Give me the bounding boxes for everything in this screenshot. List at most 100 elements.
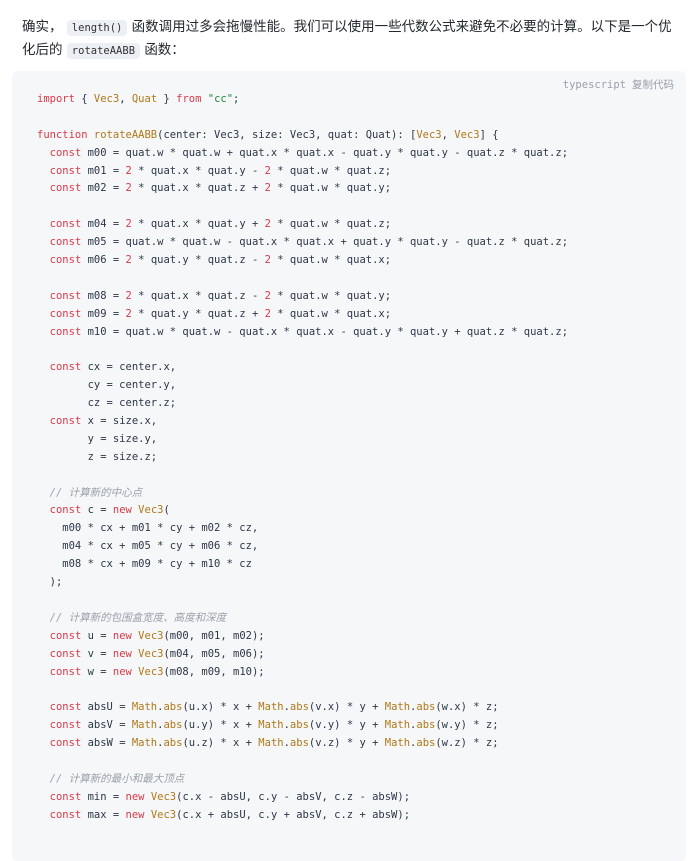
code-token: * quat.x * quat.z +: [131, 182, 265, 195]
code-language-label: typescript: [562, 78, 626, 91]
code-token: ;: [233, 93, 240, 105]
code-line: const m05 = quat.w * quat.w - quat.x * q…: [37, 234, 568, 252]
code-token: // 计算新的最小和最大顶点: [49, 772, 185, 785]
code-line: function rotateAABB(center: Vec3, size: …: [37, 127, 568, 145]
code-token: m08 =: [81, 289, 126, 302]
copy-code-button[interactable]: 复制代码: [632, 77, 674, 92]
code-token: m04 * cx + m05 * cy + m06 * cz,: [37, 540, 259, 553]
code-token: Math: [131, 719, 158, 732]
intro-paragraph: 确实， length() 函数调用过多会拖慢性能。我们可以使用一些代数公式来避免…: [22, 16, 682, 62]
code-token: const: [49, 307, 82, 320]
code-token: (m08, m09, m10);: [163, 665, 265, 678]
intro-text-after: 函数：: [144, 42, 185, 58]
code-token: (: [163, 504, 170, 517]
code-content: import { Vec3, Quat } from "cc"; functio…: [37, 91, 568, 825]
code-token: m08 * cx + m09 * cy + m10 * cz: [37, 558, 252, 571]
code-token: * quat.w * quat.z;: [270, 164, 392, 177]
code-token: const: [49, 629, 82, 642]
code-token: (center: Vec3, size: Vec3, quat: Quat): …: [157, 128, 417, 141]
code-token: absW =: [81, 737, 132, 750]
code-token: abs: [416, 701, 436, 714]
code-token: u =: [81, 629, 113, 642]
inline-code-length: length(): [66, 20, 128, 36]
code-token: Vec3: [150, 790, 177, 803]
code-line: const absU = Math.abs(u.x) * x + Math.ab…: [37, 699, 568, 717]
code-token: x = size.x,: [81, 415, 158, 428]
code-line: const absV = Math.abs(u.y) * x + Math.ab…: [37, 717, 568, 735]
code-token: max =: [81, 808, 126, 821]
code-line: const c = new Vec3(: [37, 502, 568, 520]
code-token: from: [176, 93, 202, 105]
code-token: abs: [163, 737, 183, 750]
code-line: const m09 = 2 * quat.y * quat.z + 2 * qu…: [37, 306, 568, 324]
code-token: );: [37, 576, 63, 589]
code-token: (v.y) * y +: [308, 719, 385, 732]
code-token: import: [37, 93, 75, 105]
code-token: const: [49, 289, 82, 302]
code-token: absU =: [81, 701, 132, 714]
code-line: cy = center.y,: [37, 377, 568, 395]
code-token: const: [49, 164, 82, 177]
code-token: c =: [81, 504, 113, 517]
code-token: Vec3: [416, 128, 442, 141]
code-token: }: [157, 93, 177, 105]
code-token: abs: [416, 719, 436, 732]
code-token: Vec3: [93, 93, 120, 105]
code-token: m02 =: [81, 182, 126, 195]
code-line: const m00 = quat.w * quat.w + quat.x * q…: [37, 145, 568, 163]
code-token: Vec3: [138, 504, 164, 517]
code-token: m05 = quat.w * quat.w - quat.x * quat.x …: [81, 236, 569, 249]
code-token: (m00, m01, m02);: [163, 629, 265, 642]
code-line: const absW = Math.abs(u.z) * x + Math.ab…: [37, 735, 568, 753]
code-line: cz = center.z;: [37, 395, 568, 413]
code-token: v =: [81, 647, 113, 660]
code-token: (u.x) * x +: [182, 701, 259, 714]
code-token: ,: [119, 93, 132, 105]
code-token: new: [112, 665, 132, 678]
code-token: z = size.z;: [37, 450, 158, 463]
code-line: m08 * cx + m09 * cy + m10 * cz: [37, 556, 568, 574]
code-token: abs: [289, 719, 309, 732]
code-token: new: [112, 647, 132, 660]
inline-code-rotateaabb: rotateAABB: [66, 43, 141, 59]
code-token: Math: [384, 701, 411, 714]
code-token: Vec3: [454, 128, 480, 141]
code-line: m00 * cx + m01 * cy + m02 * cz,: [37, 520, 568, 538]
code-token: min =: [81, 790, 126, 803]
code-line: import { Vec3, Quat } from "cc";: [37, 91, 568, 109]
code-token: m06 =: [81, 254, 126, 267]
code-token: * quat.w * quat.x;: [270, 254, 392, 267]
code-token: (w.x) * z;: [435, 701, 499, 714]
code-token: Math: [131, 701, 158, 714]
code-line: const x = size.x,: [37, 413, 568, 431]
code-line: const cx = center.x,: [37, 359, 568, 377]
code-token: m00 * cx + m01 * cy + m02 * cz,: [37, 522, 259, 535]
code-token: const: [49, 236, 82, 249]
code-token: (w.z) * z;: [435, 737, 499, 750]
code-token: Math: [384, 737, 411, 750]
code-line: const max = new Vec3(c.x + absU, c.y + a…: [37, 807, 568, 825]
code-token: // 计算新的包围盒宽度、高度和深度: [49, 611, 227, 624]
code-line: // 计算新的最小和最大顶点: [37, 771, 568, 789]
code-token: * quat.w * quat.y;: [270, 182, 392, 195]
code-token: const: [49, 808, 82, 821]
